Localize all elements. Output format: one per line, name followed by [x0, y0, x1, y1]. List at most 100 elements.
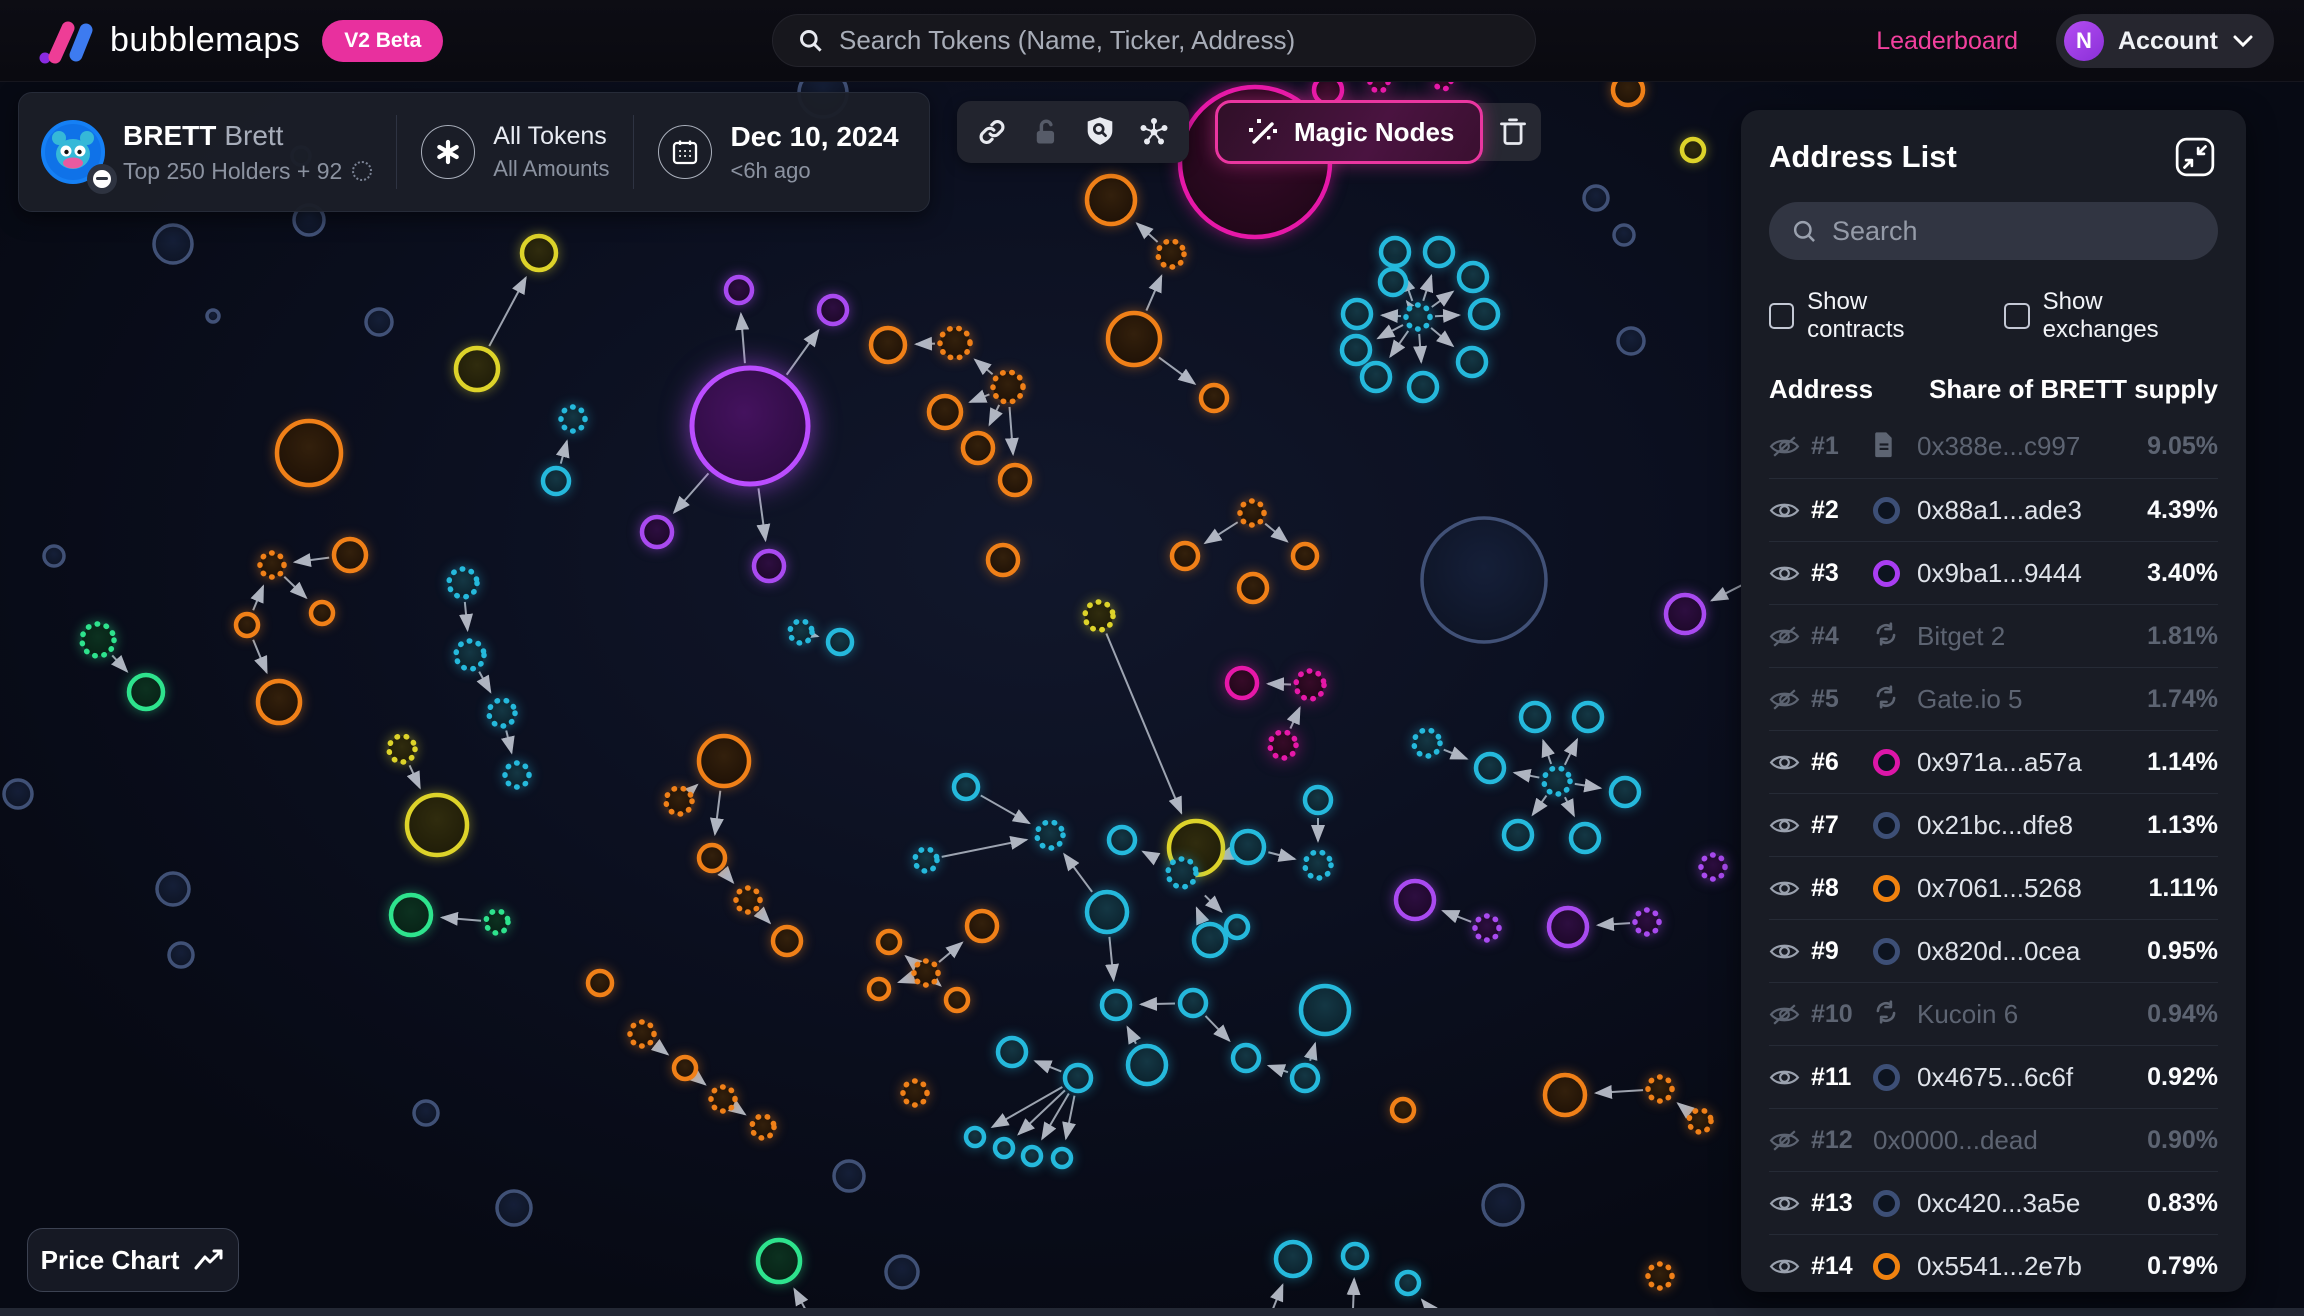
wallet-bubble[interactable]	[915, 849, 937, 871]
holder-address[interactable]: 0x388e...c997	[1917, 431, 2147, 462]
hidden-wallet-bubble[interactable]	[1618, 328, 1644, 354]
visibility-icon[interactable]	[1769, 940, 1811, 963]
holder-address[interactable]: 0x0000...dead	[1873, 1125, 2147, 1156]
wallet-bubble[interactable]	[1362, 363, 1390, 391]
wallet-bubble[interactable]	[1128, 1046, 1166, 1084]
wallet-bubble[interactable]	[790, 621, 812, 643]
wallet-bubble[interactable]	[1392, 1099, 1414, 1121]
wallet-bubble[interactable]	[1380, 269, 1406, 295]
address-row[interactable]: #4Bitget 21.81%	[1769, 604, 2218, 667]
hidden-wallet-bubble[interactable]	[4, 780, 32, 808]
wallet-bubble[interactable]	[754, 551, 784, 581]
wallet-bubble[interactable]	[486, 911, 508, 933]
wallet-bubble[interactable]	[674, 1057, 696, 1079]
wallet-bubble[interactable]	[1504, 821, 1532, 849]
clusters-button[interactable]	[1127, 101, 1181, 163]
wallet-bubble[interactable]	[1406, 305, 1430, 329]
wallet-bubble[interactable]	[588, 971, 612, 995]
wallet-bubble[interactable]	[1172, 543, 1198, 569]
wallet-bubble[interactable]	[1233, 1045, 1259, 1071]
visibility-off-icon[interactable]	[1769, 688, 1811, 711]
wallet-bubble[interactable]	[389, 736, 415, 762]
wallet-bubble[interactable]	[258, 681, 300, 723]
wallet-bubble[interactable]	[736, 888, 760, 912]
wallet-bubble[interactable]	[1343, 1244, 1367, 1268]
wallet-bubble[interactable]	[522, 236, 556, 270]
wallet-bubble[interactable]	[903, 1081, 927, 1105]
wallet-bubble[interactable]	[1301, 986, 1349, 1034]
price-chart-button[interactable]: Price Chart	[27, 1228, 239, 1292]
wallet-bubble[interactable]	[914, 961, 938, 985]
visibility-off-icon[interactable]	[1769, 435, 1811, 458]
wallet-bubble[interactable]	[505, 763, 529, 787]
wallet-bubble[interactable]	[828, 630, 852, 654]
holder-address[interactable]: 0x7061...5268	[1917, 873, 2148, 904]
address-row[interactable]: #70x21bc...dfe81.13%	[1769, 793, 2218, 856]
visibility-icon[interactable]	[1769, 562, 1811, 585]
wallet-bubble[interactable]	[966, 1128, 984, 1146]
hidden-wallet-bubble[interactable]	[1584, 186, 1608, 210]
wallet-bubble[interactable]	[1689, 1110, 1711, 1132]
wallet-bubble[interactable]	[1414, 730, 1440, 756]
wallet-bubble[interactable]	[1108, 313, 1160, 365]
address-search-input[interactable]	[1832, 216, 2196, 247]
visibility-off-icon[interactable]	[1769, 1003, 1811, 1026]
wallet-bubble[interactable]	[1545, 1075, 1585, 1115]
wallet-bubble[interactable]	[1470, 300, 1498, 328]
wallet-bubble[interactable]	[1459, 263, 1487, 291]
token-search-input[interactable]	[839, 25, 1511, 56]
wallet-bubble[interactable]	[929, 396, 961, 428]
wallet-bubble[interactable]	[1425, 238, 1453, 266]
holder-address[interactable]: 0x21bc...dfe8	[1917, 810, 2147, 841]
account-menu[interactable]: N Account	[2056, 14, 2274, 68]
address-row[interactable]: #10x388e...c9979.05%	[1769, 415, 2218, 478]
wallet-bubble[interactable]	[1087, 176, 1135, 224]
hidden-wallet-bubble[interactable]	[1614, 225, 1634, 245]
wallet-bubble[interactable]	[758, 1240, 800, 1282]
visibility-icon[interactable]	[1769, 1192, 1811, 1215]
token-search-bar[interactable]	[772, 14, 1536, 67]
address-row[interactable]: #140x5541...2e7b0.79%	[1769, 1234, 2218, 1292]
wallet-bubble[interactable]	[1409, 373, 1437, 401]
wallet-bubble[interactable]	[993, 372, 1023, 402]
wallet-bubble[interactable]	[1549, 908, 1587, 946]
wallet-bubble[interactable]	[1342, 336, 1370, 364]
hidden-wallet-bubble[interactable]	[497, 1191, 531, 1225]
wallet-bubble[interactable]	[456, 641, 484, 669]
wallet-bubble[interactable]	[311, 602, 333, 624]
wallet-bubble[interactable]	[561, 407, 585, 431]
magic-nodes-button[interactable]: Magic Nodes	[1215, 100, 1483, 164]
wallet-bubble[interactable]	[334, 539, 366, 571]
visibility-icon[interactable]	[1769, 751, 1811, 774]
token-info-card[interactable]: BRETTBrett Top 250 Holders + 92 All Toke…	[18, 92, 930, 212]
holder-address[interactable]: Bitget 2	[1917, 621, 2147, 652]
wallet-bubble[interactable]	[878, 931, 900, 953]
wallet-bubble[interactable]	[1381, 238, 1409, 266]
wallet-bubble[interactable]	[1475, 916, 1499, 940]
wallet-bubble[interactable]	[726, 277, 752, 303]
address-row[interactable]: #80x7061...52681.11%	[1769, 856, 2218, 919]
wallet-bubble[interactable]	[1085, 602, 1113, 630]
address-row[interactable]: #130xc420...3a5e0.83%	[1769, 1171, 2218, 1234]
hidden-wallet-bubble[interactable]	[1483, 1185, 1523, 1225]
wallet-bubble[interactable]	[1701, 855, 1725, 879]
wallet-bubble[interactable]	[995, 1139, 1013, 1157]
wallet-bubble[interactable]	[1458, 348, 1486, 376]
wallet-bubble[interactable]	[449, 569, 477, 597]
address-row[interactable]: #10Kucoin 60.94%	[1769, 982, 2218, 1045]
wallet-bubble[interactable]	[1087, 892, 1127, 932]
wallet-bubble[interactable]	[711, 1087, 735, 1111]
address-scan-button[interactable]	[1073, 101, 1127, 163]
address-row[interactable]: #60x971a...a57a1.14%	[1769, 730, 2218, 793]
hidden-wallet-bubble[interactable]	[1422, 518, 1546, 642]
address-row[interactable]: #120x0000...dead0.90%	[1769, 1108, 2218, 1171]
wallet-bubble[interactable]	[1666, 595, 1704, 633]
hidden-wallet-bubble[interactable]	[834, 1161, 864, 1191]
wallet-bubble[interactable]	[692, 368, 808, 484]
wallet-bubble[interactable]	[967, 911, 997, 941]
address-search-bar[interactable]	[1769, 202, 2218, 260]
collapse-panel-button[interactable]	[2172, 134, 2218, 180]
wallet-bubble[interactable]	[1227, 668, 1257, 698]
visibility-icon[interactable]	[1769, 499, 1811, 522]
visibility-icon[interactable]	[1769, 1255, 1811, 1278]
